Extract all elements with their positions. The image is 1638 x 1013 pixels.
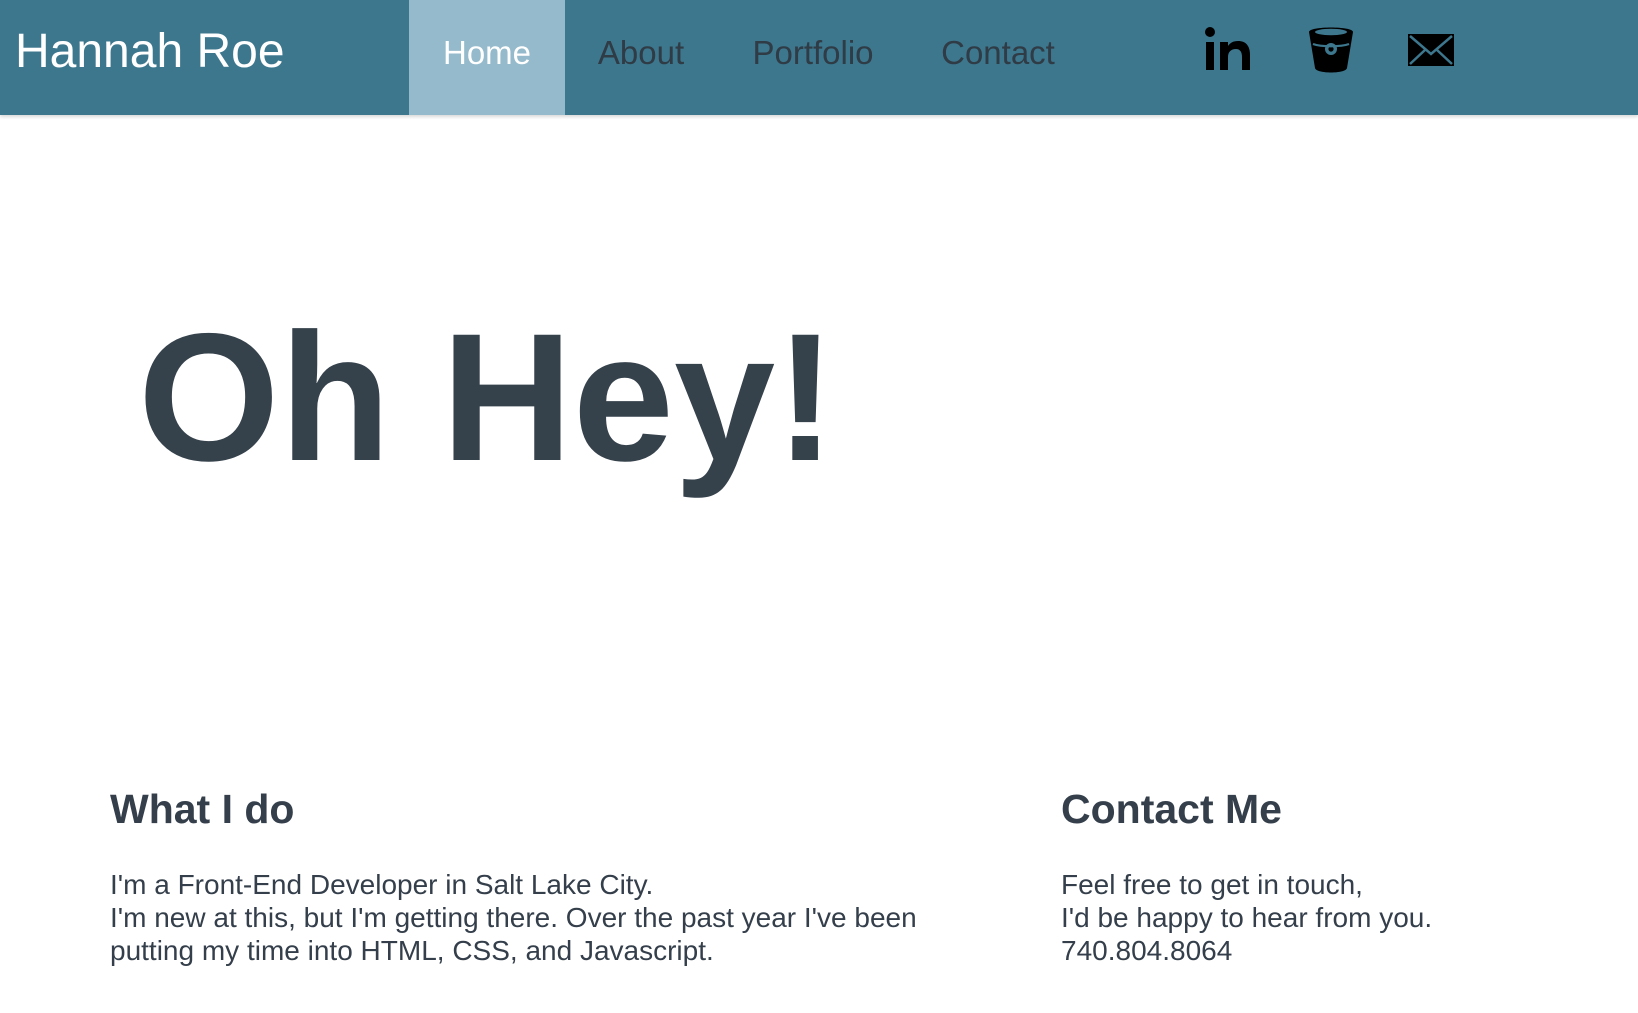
- nav-about[interactable]: About: [582, 0, 700, 115]
- site-brand[interactable]: Hannah Roe: [15, 24, 285, 80]
- contact-heading: Contact Me: [1061, 786, 1282, 832]
- contact-text: Feel free to get in touch, I'd be happy …: [1061, 868, 1432, 967]
- what-i-do-line: I'm new at this, but I'm getting there. …: [110, 902, 917, 933]
- what-i-do-line: putting my time into HTML, CSS, and Java…: [110, 935, 714, 966]
- nav-contact[interactable]: Contact: [928, 0, 1068, 115]
- top-navigation-bar: Hannah Roe Home About Portfolio Contact: [0, 0, 1638, 115]
- nav-home[interactable]: Home: [409, 0, 565, 115]
- phone-number[interactable]: 740.804.8064: [1061, 934, 1432, 967]
- mail-icon[interactable]: [1405, 24, 1457, 76]
- contact-line: I'd be happy to hear from you.: [1061, 902, 1433, 933]
- what-i-do-line: I'm a Front-End Developer in Salt Lake C…: [110, 869, 654, 900]
- linkedin-icon[interactable]: [1203, 24, 1255, 76]
- what-i-do-heading: What I do: [110, 786, 295, 832]
- contact-line: Feel free to get in touch,: [1061, 869, 1363, 900]
- hero-title: Oh Hey!: [138, 295, 836, 499]
- bitbucket-icon[interactable]: [1305, 24, 1357, 76]
- what-i-do-text: I'm a Front-End Developer in Salt Lake C…: [110, 868, 917, 967]
- nav-portfolio[interactable]: Portfolio: [743, 0, 883, 115]
